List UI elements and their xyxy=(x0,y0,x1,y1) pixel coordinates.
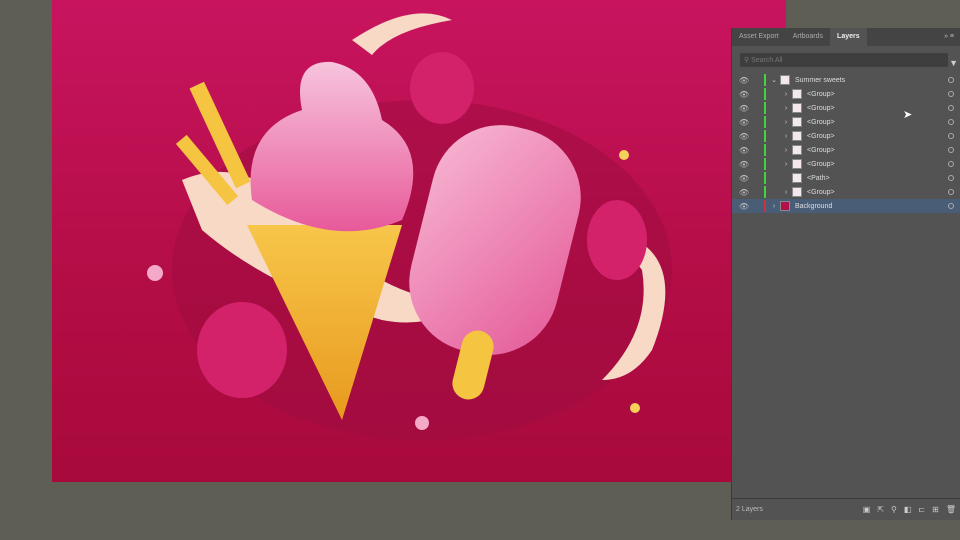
locate-object-icon[interactable]: ⚲ xyxy=(891,505,897,514)
panel-menu-icon[interactable]: » ≡ xyxy=(944,28,960,46)
layer-thumbnail xyxy=(792,117,802,127)
layer-row[interactable]: 👁 › <Group> xyxy=(732,143,960,157)
layer-thumbnail xyxy=(792,187,802,197)
layer-color-bar xyxy=(764,158,766,170)
chevron-icon[interactable]: › xyxy=(780,105,792,112)
target-icon[interactable] xyxy=(948,147,954,153)
layers-search-input[interactable]: ⚲ Search All xyxy=(740,53,948,67)
target-icon[interactable] xyxy=(948,175,954,181)
layer-thumbnail xyxy=(792,159,802,169)
layer-row[interactable]: 👁 › <Group> xyxy=(732,157,960,171)
layer-row[interactable]: 👁 › <Group> xyxy=(732,101,960,115)
layer-row[interactable]: 👁 › <Group> xyxy=(732,115,960,129)
chevron-icon[interactable]: › xyxy=(780,147,792,154)
collect-export-icon[interactable]: ▣ xyxy=(863,505,871,514)
layer-thumbnail xyxy=(792,89,802,99)
search-placeholder: Search All xyxy=(751,56,783,64)
layer-color-bar xyxy=(764,200,766,212)
layers-list: 👁 ⌄ Summer sweets 👁 › <Group> 👁 › <Group… xyxy=(732,73,960,213)
eye-icon[interactable]: 👁 xyxy=(734,132,754,141)
filter-icon[interactable]: ▼ xyxy=(949,58,958,68)
tab-artboards[interactable]: Artboards xyxy=(786,28,830,46)
new-sublayer-icon[interactable]: ⊏ xyxy=(918,505,925,514)
layer-row[interactable]: 👁 › <Group> xyxy=(732,185,960,199)
layer-name[interactable]: <Group> xyxy=(807,105,835,112)
layer-name[interactable]: <Group> xyxy=(807,133,835,140)
target-icon[interactable] xyxy=(948,189,954,195)
tab-asset-export[interactable]: Asset Export xyxy=(732,28,786,46)
artboard-canvas[interactable] xyxy=(52,0,786,482)
mouse-cursor: ➤ xyxy=(903,109,913,121)
panel-footer: 2 Layers ▣ ⇱ ⚲ ◧ ⊏ ⊞ 🗑 xyxy=(732,498,960,520)
layer-color-bar xyxy=(764,88,766,100)
eye-icon[interactable]: 👁 xyxy=(734,146,754,155)
eye-icon[interactable]: 👁 xyxy=(734,188,754,197)
layer-name[interactable]: <Group> xyxy=(807,119,835,126)
chevron-icon[interactable]: › xyxy=(780,189,792,196)
eye-icon[interactable]: 👁 xyxy=(734,104,754,113)
export-icon[interactable]: ⇱ xyxy=(877,505,884,514)
layer-color-bar xyxy=(764,102,766,114)
layer-count: 2 Layers xyxy=(736,506,763,513)
eye-icon[interactable]: 👁 xyxy=(734,160,754,169)
target-icon[interactable] xyxy=(948,105,954,111)
layer-color-bar xyxy=(764,144,766,156)
panel-tabs: Asset Export Artboards Layers » ≡ xyxy=(732,28,960,46)
target-icon[interactable] xyxy=(948,91,954,97)
eye-icon[interactable]: 👁 xyxy=(734,118,754,127)
chevron-icon[interactable]: › xyxy=(780,91,792,98)
layer-thumbnail xyxy=(792,103,802,113)
layer-name[interactable]: <Path> xyxy=(807,175,830,182)
eye-icon[interactable]: 👁 xyxy=(734,90,754,99)
eye-icon[interactable]: 👁 xyxy=(734,76,754,85)
layer-name[interactable]: <Group> xyxy=(807,189,835,196)
layer-row[interactable]: 👁 › <Group> xyxy=(732,87,960,101)
layer-color-bar xyxy=(764,172,766,184)
chevron-icon[interactable]: › xyxy=(780,119,792,126)
chevron-icon[interactable]: ⌄ xyxy=(768,76,780,84)
layer-name[interactable]: <Group> xyxy=(807,161,835,168)
clipping-mask-icon[interactable]: ◧ xyxy=(904,505,912,514)
layer-color-bar xyxy=(764,116,766,128)
layer-color-bar xyxy=(764,186,766,198)
layer-thumbnail xyxy=(780,201,790,211)
target-icon[interactable] xyxy=(948,133,954,139)
trash-icon[interactable]: 🗑 xyxy=(946,505,956,514)
layer-color-bar xyxy=(764,74,766,86)
layer-name[interactable]: Background xyxy=(795,203,832,210)
search-icon: ⚲ xyxy=(744,57,752,64)
eye-icon[interactable]: 👁 xyxy=(734,202,754,211)
chevron-icon[interactable]: › xyxy=(768,203,780,210)
chevron-icon[interactable]: › xyxy=(780,161,792,168)
layer-thumbnail xyxy=(780,75,790,85)
target-icon[interactable] xyxy=(948,77,954,83)
layer-name[interactable]: <Group> xyxy=(807,147,835,154)
layer-thumbnail xyxy=(792,173,802,183)
layer-color-bar xyxy=(764,130,766,142)
layer-thumbnail xyxy=(792,131,802,141)
layer-name[interactable]: <Group> xyxy=(807,91,835,98)
target-icon[interactable] xyxy=(948,119,954,125)
chevron-icon[interactable]: › xyxy=(780,133,792,140)
layer-row[interactable]: 👁 ⌄ Summer sweets xyxy=(732,73,960,87)
layer-row[interactable]: 👁 <Path> xyxy=(732,171,960,185)
layer-row[interactable]: 👁 › <Group> xyxy=(732,129,960,143)
tab-layers[interactable]: Layers xyxy=(830,28,867,46)
layers-panel: Asset Export Artboards Layers » ≡ ⚲ Sear… xyxy=(731,28,960,520)
layer-thumbnail xyxy=(792,145,802,155)
layer-name[interactable]: Summer sweets xyxy=(795,77,845,84)
new-layer-icon[interactable]: ⊞ xyxy=(932,505,939,514)
layer-row[interactable]: 👁 › Background xyxy=(732,199,960,213)
ice-cream-artwork xyxy=(147,13,672,440)
eye-icon[interactable]: 👁 xyxy=(734,174,754,183)
target-icon[interactable] xyxy=(948,203,954,209)
target-icon[interactable] xyxy=(948,161,954,167)
